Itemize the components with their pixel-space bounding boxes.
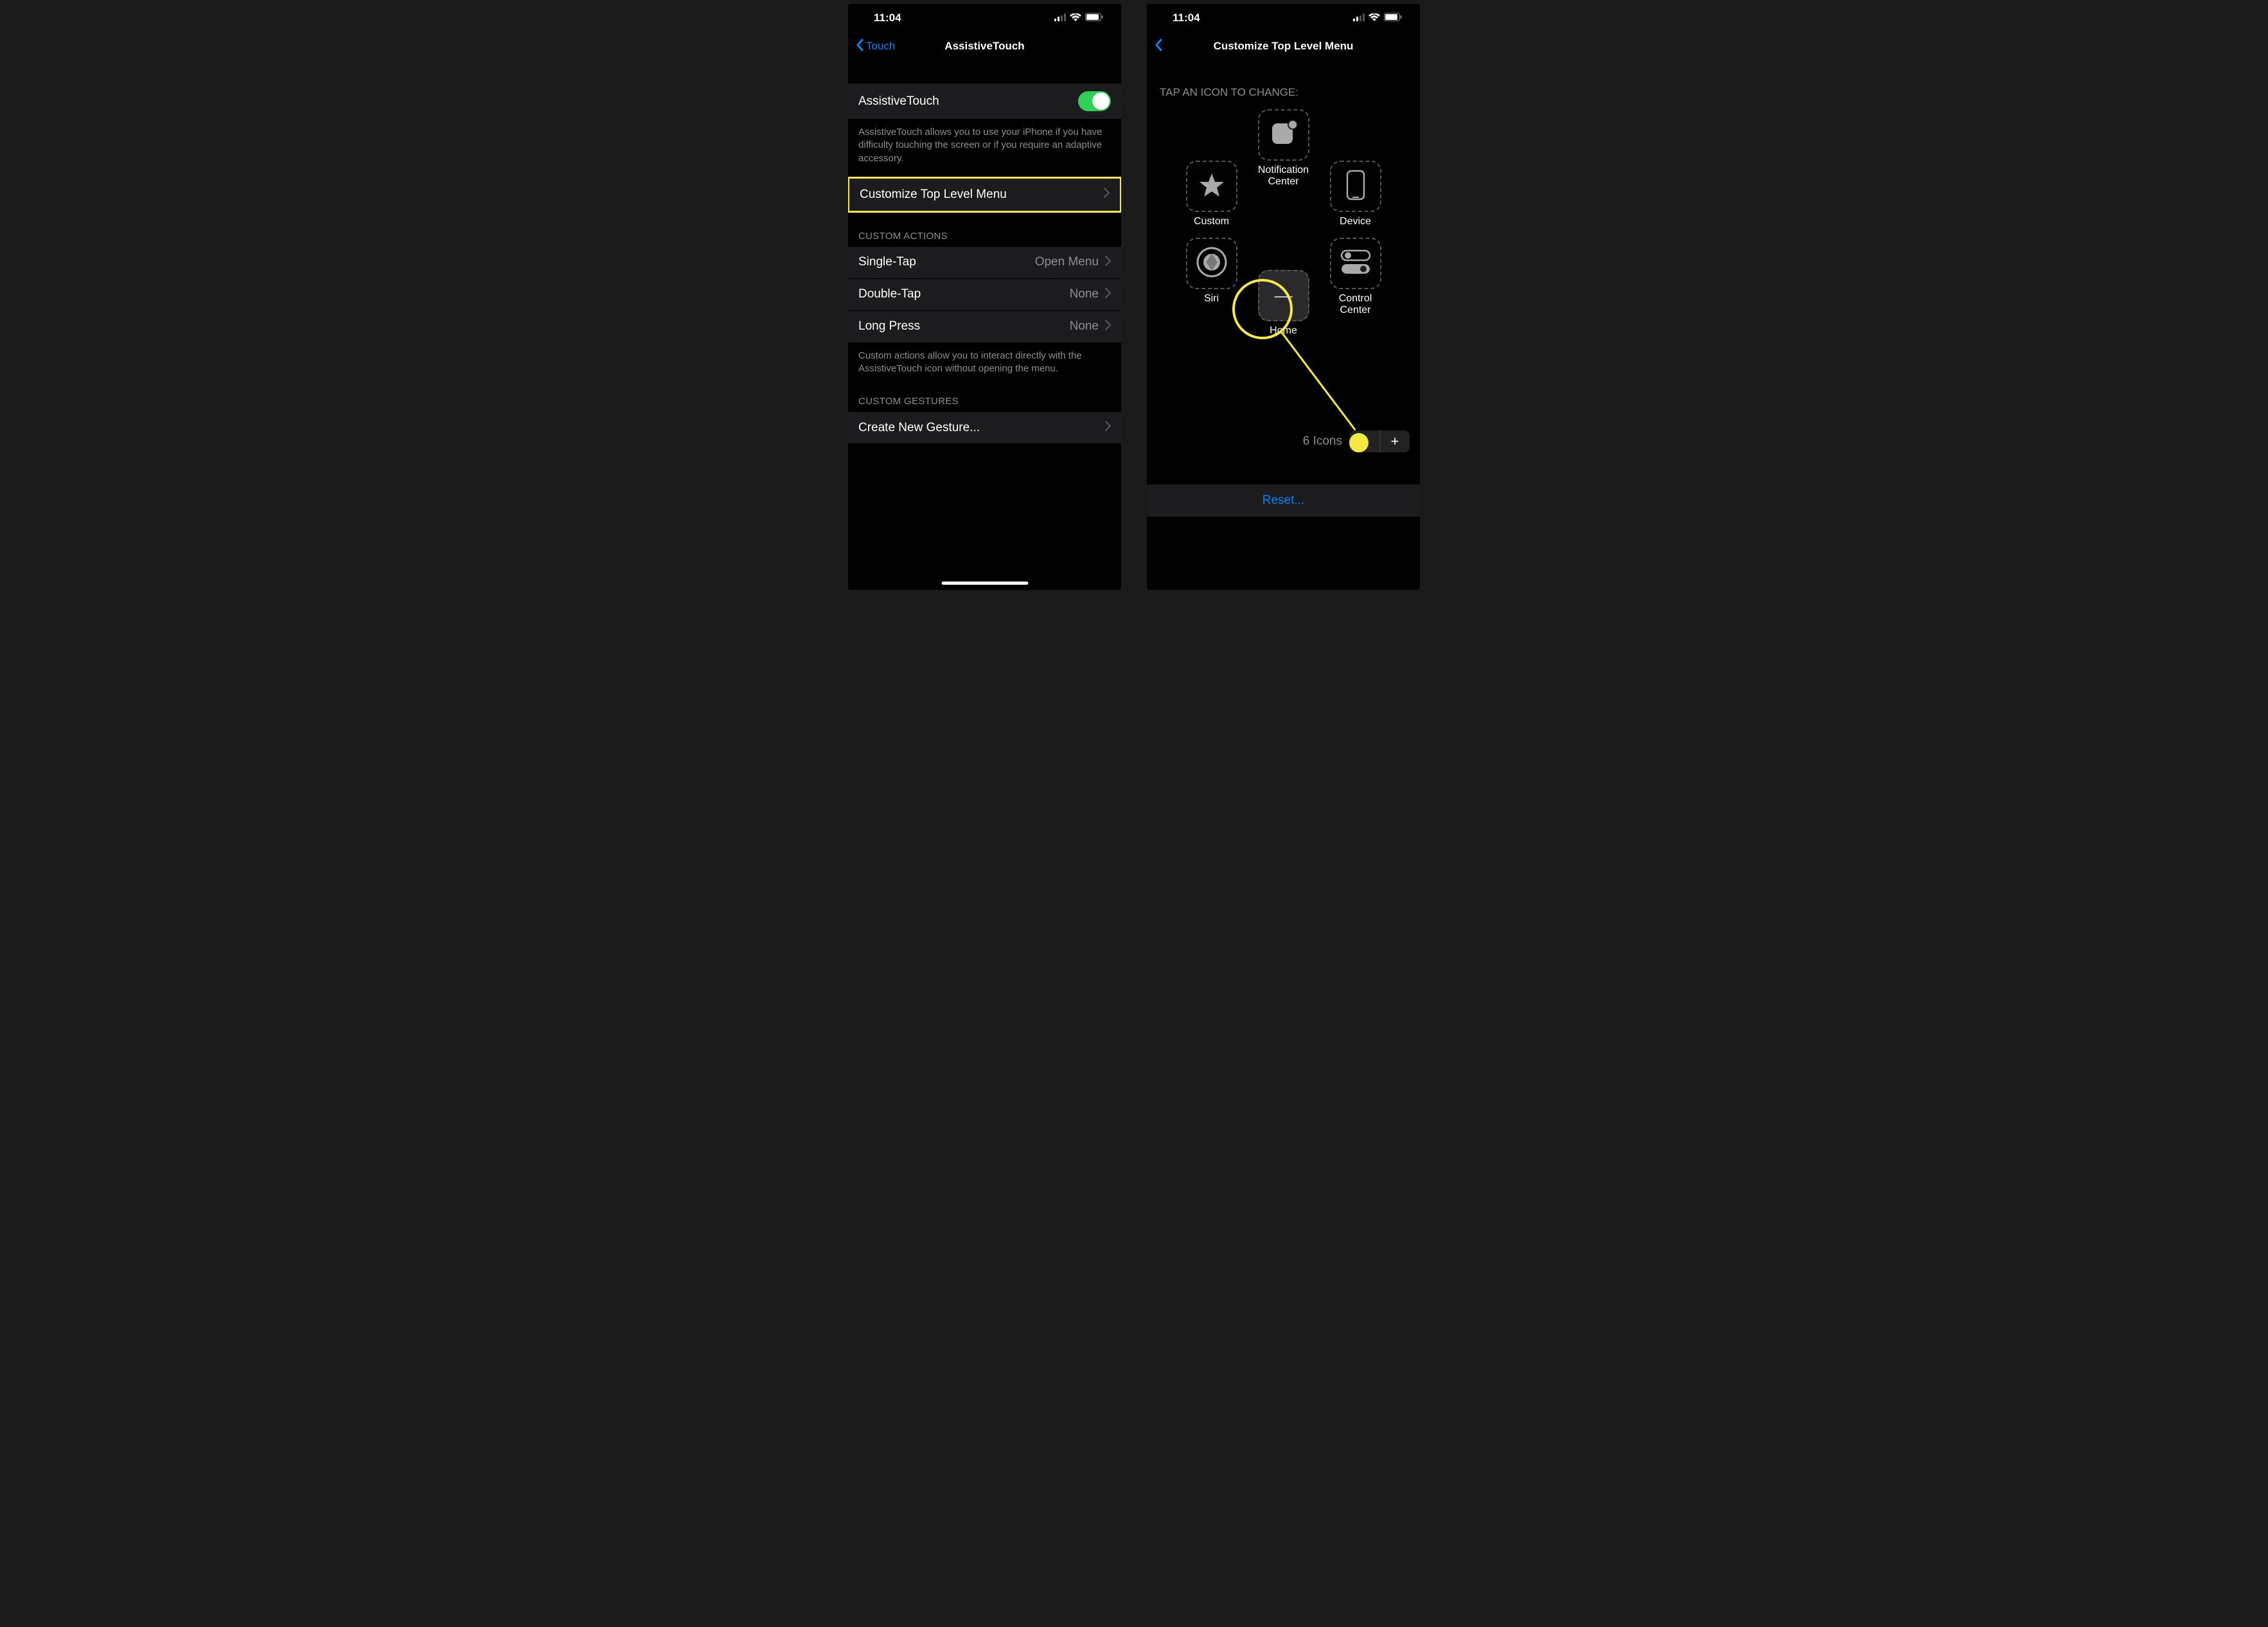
chevron-right-icon	[1105, 421, 1111, 434]
status-icons	[1353, 12, 1402, 24]
long-press-value: None	[1070, 319, 1099, 333]
status-time: 11:04	[874, 12, 901, 24]
siri-icon	[1196, 247, 1227, 281]
back-label: Touch	[866, 40, 895, 53]
chevron-left-icon	[1155, 39, 1162, 55]
nav-header-left: Touch AssistiveTouch	[848, 32, 1121, 60]
icon-caption: Device	[1328, 216, 1383, 227]
chevron-right-icon	[1105, 256, 1111, 269]
page-title: Customize Top Level Menu	[1147, 40, 1420, 53]
stepper-plus-button[interactable]: +	[1380, 431, 1410, 452]
icon-caption: Custom	[1184, 216, 1239, 227]
long-press-label: Long Press	[858, 319, 920, 333]
actions-footer: Custom actions allow you to interact dir…	[848, 343, 1121, 387]
chevron-right-icon	[1105, 320, 1111, 333]
icon-caption: Control Center	[1328, 293, 1383, 317]
single-tap-row[interactable]: Single-Tap Open Menu	[848, 247, 1121, 279]
status-icons	[1054, 12, 1103, 24]
highlight-annotation: Customize Top Level Menu	[848, 177, 1121, 213]
toggle-row-label: AssistiveTouch	[858, 94, 939, 109]
back-button[interactable]	[1155, 39, 1162, 55]
control-center-icon	[1340, 249, 1371, 278]
single-tap-label: Single-Tap	[858, 255, 916, 269]
icon-grid: Notification Center Custom Device	[1184, 109, 1383, 347]
content-right: TAP AN ICON TO CHANGE: Notification Cent…	[1147, 60, 1420, 517]
status-time: 11:04	[1173, 12, 1200, 24]
stepper-minus-button[interactable]: −	[1350, 431, 1379, 452]
notification-center-icon	[1270, 120, 1298, 151]
signal-icon	[1054, 12, 1066, 24]
chevron-right-icon	[1104, 188, 1110, 201]
icon-slot-device[interactable]: Device	[1328, 161, 1383, 227]
icon-slot-control-center[interactable]: Control Center	[1328, 238, 1383, 317]
reset-row[interactable]: Reset...	[1147, 485, 1420, 517]
double-tap-value: None	[1070, 287, 1099, 301]
double-tap-row[interactable]: Double-Tap None	[848, 279, 1121, 311]
double-tap-label: Double-Tap	[858, 287, 921, 301]
custom-actions-header: CUSTOM ACTIONS	[848, 213, 1121, 247]
battery-icon	[1085, 12, 1103, 24]
home-indicator[interactable]	[941, 582, 1028, 585]
icon-count: 6 Icons	[1303, 434, 1342, 449]
wifi-icon	[1070, 12, 1081, 24]
icon-count-stepper: − +	[1350, 431, 1410, 452]
phone-left: 11:04 Touch AssistiveTouch AssistiveTouc…	[848, 4, 1121, 590]
content-left: AssistiveTouch AssistiveTouch allows you…	[848, 60, 1121, 444]
icon-caption: Home	[1256, 325, 1311, 337]
customize-label: Customize Top Level Menu	[860, 188, 1007, 202]
signal-icon	[1353, 12, 1365, 24]
customize-top-level-menu-row[interactable]: Customize Top Level Menu	[849, 179, 1120, 211]
status-bar: 11:04	[848, 4, 1121, 32]
long-press-row[interactable]: Long Press None	[848, 311, 1121, 343]
icon-caption: Notification Center	[1256, 164, 1311, 188]
icon-slot-siri[interactable]: Siri	[1184, 238, 1239, 305]
toggle-footer: AssistiveTouch allows you to use your iP…	[848, 120, 1121, 177]
custom-gestures-header: CUSTOM GESTURES	[848, 387, 1121, 412]
chevron-right-icon	[1105, 288, 1111, 301]
nav-header-right: Customize Top Level Menu	[1147, 32, 1420, 60]
icon-caption: Siri	[1184, 293, 1239, 305]
icon-count-row: 6 Icons − +	[1147, 424, 1420, 459]
assistivetouch-toggle-row[interactable]: AssistiveTouch	[848, 84, 1121, 120]
icon-slot-home[interactable]: — Home	[1256, 270, 1311, 337]
create-gesture-row[interactable]: Create New Gesture...	[848, 412, 1121, 444]
status-bar: 11:04	[1147, 4, 1420, 32]
back-button[interactable]: Touch	[856, 39, 895, 55]
battery-icon	[1384, 12, 1402, 24]
icon-slot-custom[interactable]: Custom	[1184, 161, 1239, 227]
device-icon	[1346, 170, 1365, 204]
star-icon	[1198, 171, 1226, 202]
wifi-icon	[1369, 12, 1380, 24]
minus-icon: —	[1275, 285, 1293, 306]
phone-right: 11:04 Customize Top Level Menu TAP AN IC…	[1147, 4, 1420, 590]
single-tap-value: Open Menu	[1035, 255, 1099, 269]
tap-label: TAP AN ICON TO CHANGE:	[1147, 60, 1420, 109]
icon-slot-notification-center[interactable]: Notification Center	[1256, 109, 1311, 188]
gesture-label: Create New Gesture...	[858, 421, 980, 435]
reset-link: Reset...	[1262, 493, 1304, 507]
chevron-left-icon	[856, 39, 864, 55]
toggle-switch[interactable]	[1078, 91, 1111, 111]
